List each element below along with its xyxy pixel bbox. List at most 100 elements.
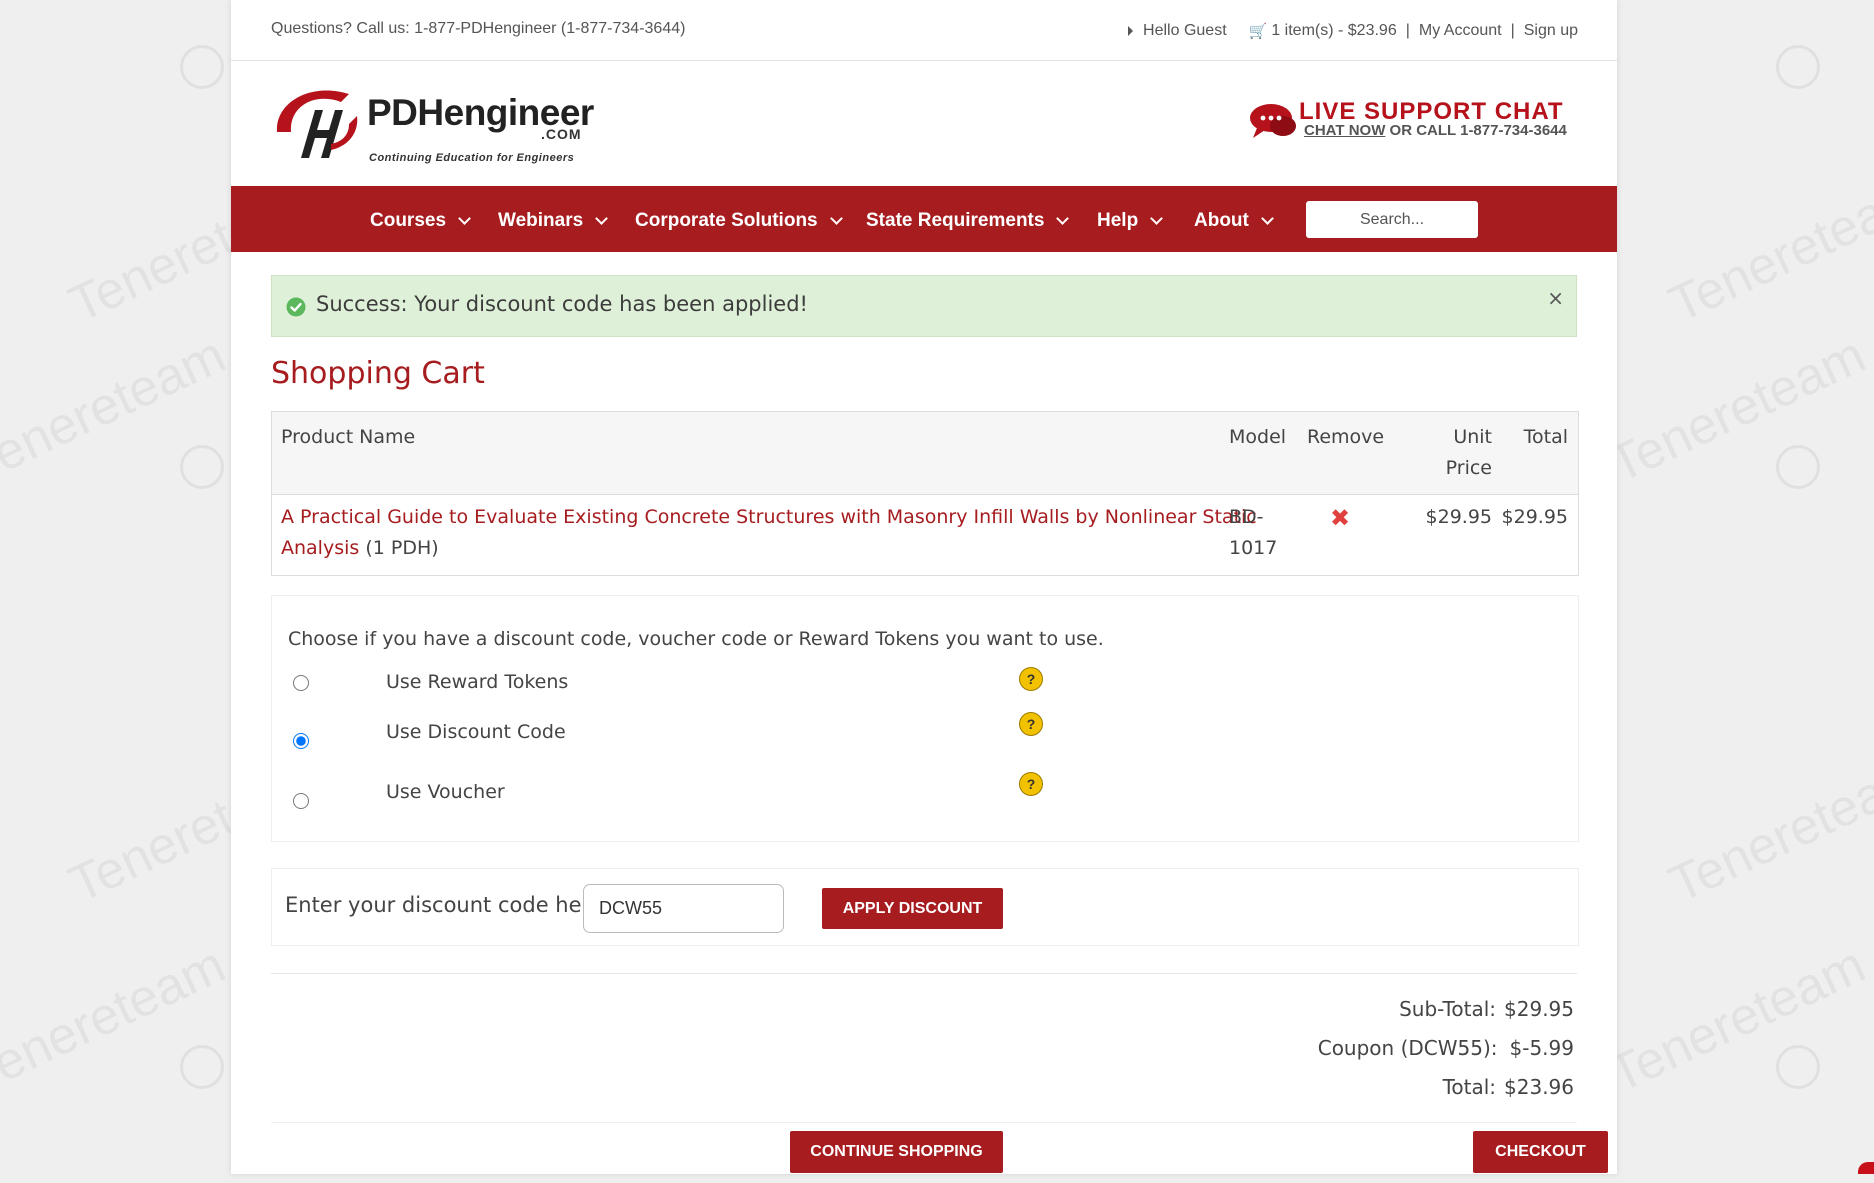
- coupon-value: $-5.99: [1509, 1036, 1574, 1060]
- discount-options-lead: Choose if you have a discount code, vouc…: [288, 628, 1104, 650]
- my-account-link[interactable]: My Account: [1419, 22, 1502, 40]
- discount-code-form: Enter your discount code here: APPLY DIS…: [271, 868, 1579, 946]
- nav-courses[interactable]: Courses: [370, 210, 471, 232]
- col-total: Total: [1523, 426, 1568, 448]
- watermark-seal: [180, 45, 224, 89]
- nav-webinars[interactable]: Webinars: [498, 210, 609, 232]
- apply-discount-button[interactable]: APPLY DISCOUNT: [822, 888, 1003, 929]
- option-voucher: Use Voucher ?: [288, 772, 1088, 823]
- nav-label: Webinars: [498, 210, 584, 231]
- watermark-text: Tenereteam: [1660, 745, 1874, 915]
- continue-shopping-button[interactable]: CONTINUE SHOPPING: [790, 1131, 1003, 1173]
- model-line1: BD-: [1229, 506, 1264, 528]
- discount-code-prompt: Enter your discount code here:: [285, 893, 610, 917]
- chevron-down-icon: [1056, 212, 1070, 225]
- watermark-text: Tenereteam: [0, 935, 235, 1105]
- sign-up-link[interactable]: Sign up: [1524, 22, 1578, 40]
- option-reward-tokens: Use Reward Tokens ?: [288, 667, 1088, 705]
- discount-code-radio[interactable]: [293, 733, 309, 749]
- nav-label: About: [1194, 210, 1249, 231]
- close-icon[interactable]: ×: [1547, 286, 1564, 310]
- logo-tagline: Continuing Education for Engineers: [369, 152, 575, 164]
- model-cell: BD- 1017: [1229, 502, 1277, 564]
- hello-guest-link[interactable]: Hello Guest: [1143, 22, 1227, 40]
- alert-message: Success: Your discount code has been app…: [316, 292, 808, 316]
- remove-item-icon[interactable]: ✖: [1330, 503, 1350, 534]
- col-unit-line2: Price: [1445, 457, 1492, 479]
- coupon-label: Coupon (DCW55):: [1317, 1036, 1498, 1060]
- total-line: Total: $23.96: [1318, 1068, 1574, 1107]
- voucher-label: Use Voucher: [386, 781, 505, 803]
- watermark-seal: [180, 445, 224, 489]
- watermark-seal: [1776, 1045, 1820, 1089]
- nav-label: Corporate Solutions: [635, 210, 818, 231]
- chevron-down-icon: [1261, 212, 1274, 225]
- watermark-text: Tenereteam: [1600, 325, 1874, 495]
- logo-com: .COM: [541, 126, 582, 142]
- cart-header-row: Product Name Model Remove Unit Price Tota…: [272, 412, 1578, 495]
- chat-now-link[interactable]: CHAT NOW: [1304, 122, 1385, 139]
- subtotal-label: Sub-Total:: [1399, 997, 1497, 1021]
- page-container: Questions? Call us: 1-877-PDHengineer (1…: [231, 0, 1617, 1174]
- discount-code-input[interactable]: [583, 884, 784, 933]
- help-icon[interactable]: ?: [1019, 712, 1043, 736]
- chevron-down-icon: [595, 212, 609, 225]
- help-icon[interactable]: ?: [1019, 772, 1043, 796]
- support-phone: Questions? Call us: 1-877-PDHengineer (1…: [271, 20, 686, 37]
- site-logo[interactable]: PDHengineer .COM Continuing Education fo…: [271, 80, 601, 170]
- chat-widget-tab[interactable]: [1858, 1162, 1874, 1174]
- discount-options-panel: Choose if you have a discount code, vouc…: [271, 595, 1579, 842]
- product-name-line2: Analysis: [281, 537, 360, 559]
- chevron-down-icon: [458, 212, 471, 225]
- voucher-radio[interactable]: [293, 793, 309, 809]
- page-title: Shopping Cart: [271, 356, 485, 391]
- nav-state-requirements[interactable]: State Requirements: [866, 210, 1070, 232]
- call-text: OR CALL 1-877-734-3644: [1385, 122, 1567, 139]
- help-icon[interactable]: ?: [1019, 667, 1043, 691]
- total-cell: $29.95: [1501, 506, 1568, 528]
- nav-help[interactable]: Help: [1097, 210, 1164, 232]
- order-totals: Sub-Total: $29.95 Coupon (DCW55): $-5.99 T…: [1318, 990, 1574, 1107]
- watermark-text: Tenereteam: [1660, 165, 1874, 335]
- mini-cart-link[interactable]: 1 item(s) - $23.96: [1271, 22, 1396, 40]
- nav-label: Help: [1097, 210, 1139, 231]
- reward-tokens-radio[interactable]: [293, 675, 309, 691]
- watermark-seal: [1776, 45, 1820, 89]
- col-unit-line1: Unit: [1453, 426, 1492, 448]
- chevron-down-icon: [829, 212, 843, 225]
- option-discount-code: Use Discount Code ?: [288, 712, 1088, 763]
- cart-table: Product Name Model Remove Unit Price Tota…: [271, 411, 1579, 576]
- total-value: $23.96: [1504, 1075, 1574, 1099]
- model-line2: 1017: [1229, 537, 1278, 559]
- nav-label: State Requirements: [866, 210, 1045, 231]
- subtotal-line: Sub-Total: $29.95: [1318, 990, 1574, 1029]
- divider: [271, 973, 1577, 974]
- col-unit-price: Unit Price: [1446, 422, 1492, 484]
- nav-corporate-solutions[interactable]: Corporate Solutions: [635, 210, 843, 232]
- chat-bubble-icon: [1250, 104, 1296, 138]
- main-nav: Courses Webinars Corporate Solutions Sta…: [231, 186, 1617, 252]
- total-label: Total:: [1442, 1075, 1497, 1099]
- coupon-line: Coupon (DCW55): $-5.99: [1318, 1029, 1574, 1068]
- reward-tokens-label: Use Reward Tokens: [386, 671, 569, 693]
- live-support-chat[interactable]: LIVE SUPPORT CHAT CHAT NOW OR CALL 1-877…: [1249, 98, 1583, 144]
- discount-code-label: Use Discount Code: [386, 721, 566, 743]
- account-links: Hello Guest 🛒 1 item(s) - $23.96 | My Ac…: [1128, 22, 1578, 40]
- search-input[interactable]: [1306, 201, 1478, 238]
- product-name-line1: A Practical Guide to Evaluate Existing C…: [281, 506, 1257, 528]
- checkout-button[interactable]: CHECKOUT: [1473, 1131, 1608, 1173]
- watermark-text: Tenereteam: [1600, 935, 1874, 1105]
- subtotal-value: $29.95: [1504, 997, 1574, 1021]
- unit-price-cell: $29.95: [1425, 506, 1492, 528]
- watermark-seal: [1776, 445, 1820, 489]
- live-chat-subtitle: CHAT NOW OR CALL 1-877-734-3644: [1304, 122, 1567, 139]
- product-credit: (1 PDH): [359, 537, 439, 559]
- nav-about[interactable]: About: [1194, 210, 1274, 232]
- utility-bar: Questions? Call us: 1-877-PDHengineer (1…: [231, 0, 1617, 61]
- watermark-text: Tenereteam: [0, 325, 235, 495]
- col-remove: Remove: [1307, 426, 1385, 448]
- watermark-seal: [180, 1045, 224, 1089]
- caret-right-icon: [1128, 26, 1134, 36]
- cart-icon: 🛒: [1248, 23, 1268, 40]
- product-cell: A Practical Guide to Evaluate Existing C…: [281, 502, 1257, 564]
